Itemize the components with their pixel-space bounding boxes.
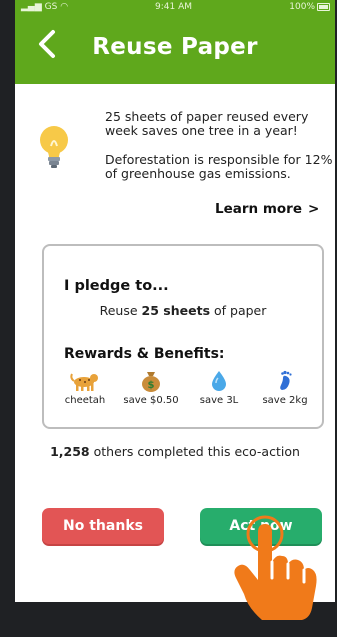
pledge-action: Reuse 25 sheets of paper	[44, 303, 322, 318]
chevron-right-icon: >	[308, 201, 320, 217]
status-bar: ▂▄▆ GS ◠ 9:41 AM 100%	[15, 0, 335, 14]
battery-icon	[317, 3, 330, 11]
reward-item: save 3L	[184, 370, 254, 406]
carrier-indicator: ▂▄▆ GS ◠	[21, 2, 68, 12]
reward-item: cheetah	[50, 370, 120, 406]
no-thanks-button[interactable]: No thanks	[42, 508, 164, 544]
completed-text: others completed this eco-action	[93, 444, 300, 459]
pledge-action-amount: 25 sheets	[141, 303, 211, 318]
reward-item: $ save $0.50	[116, 370, 186, 406]
rewards-title: Rewards & Benefits:	[64, 346, 225, 362]
tip-fact-deforestation: Deforestation is responsible for 12% of …	[105, 152, 333, 181]
footprint-icon	[280, 370, 292, 390]
pledge-action-prefix: Reuse	[99, 303, 138, 318]
reward-label: save 2kg	[262, 395, 308, 406]
pledge-action-suffix: of paper	[214, 303, 267, 318]
reward-label: cheetah	[64, 395, 106, 406]
water-drop-icon	[212, 371, 226, 391]
completed-number: 1,258	[50, 444, 90, 459]
completed-count: 1,258 others completed this eco-action	[15, 444, 335, 459]
pledge-card: I pledge to... Reuse 25 sheets of paper …	[42, 244, 324, 429]
status-time: 9:41 AM	[155, 2, 192, 12]
reward-item: save 2kg	[250, 370, 320, 406]
page-title: Reuse Paper	[92, 34, 258, 60]
learn-more-link[interactable]: Learn more >	[215, 201, 319, 217]
lightbulb-icon	[40, 126, 68, 168]
pointing-hand-icon	[234, 515, 317, 620]
reward-label: save 3L	[199, 395, 239, 406]
signal-icon: ▂▄▆	[21, 2, 42, 12]
tip-fact-trees: 25 sheets of paper reused every week sav…	[105, 109, 309, 138]
wifi-icon: ◠	[60, 2, 69, 12]
navigation-bar: Reuse Paper	[15, 14, 335, 84]
svg-text:$: $	[148, 380, 155, 391]
battery-label: 100%	[289, 2, 315, 12]
carrier-label: GS	[44, 2, 58, 12]
cheetah-icon	[70, 373, 98, 391]
reward-label: save $0.50	[123, 395, 179, 406]
money-bag-icon: $	[142, 372, 160, 392]
pledge-title: I pledge to...	[64, 278, 169, 294]
learn-more-label: Learn more	[215, 201, 302, 217]
